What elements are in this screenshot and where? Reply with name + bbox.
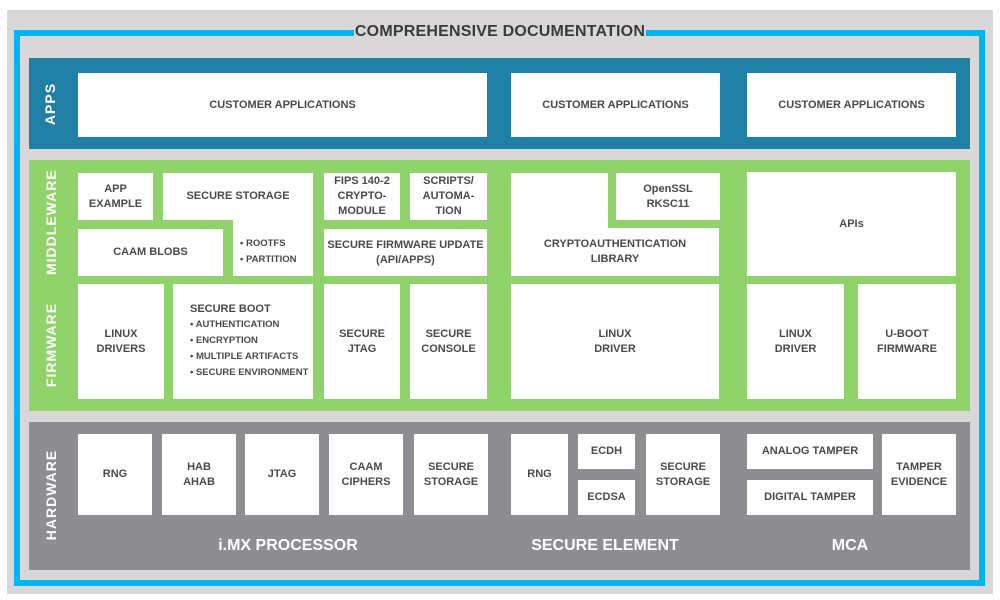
linux-drivers-box: LINUX DRIVERS xyxy=(78,284,164,399)
se-secure-storage-box: SECURE STORAGE xyxy=(646,434,720,515)
openssl-rksc11-box: OpenSSL RKSC11 xyxy=(616,173,720,220)
mca-customer-applications: CUSTOMER APPLICATIONS xyxy=(747,73,956,137)
caam-blobs-box: CAAM BLOBS xyxy=(78,229,223,276)
imx-customer-applications: CUSTOMER APPLICATIONS xyxy=(78,73,487,137)
secure-storage-box: SECURE STORAGE xyxy=(163,173,313,220)
cryptoauth-library-box-upper xyxy=(511,173,608,233)
se-rng-box: RNG xyxy=(511,434,568,515)
ecdh-box: ECDH xyxy=(578,434,635,469)
mca-linux-driver-box: LINUX DRIVER xyxy=(747,284,844,399)
app-example-box: APP EXAMPLE xyxy=(78,173,153,220)
secure-console-box: SECURE CONSOLE xyxy=(410,284,487,399)
imx-processor-label: i.MX PROCESSOR xyxy=(218,537,358,554)
secure-boot-box: SECURE BOOT • AUTHENTICATION • ENCRYPTIO… xyxy=(173,284,313,399)
secure-element-label: SECURE ELEMENT xyxy=(531,537,679,554)
imx-secure-storage-box: SECURE STORAGE xyxy=(414,434,488,515)
layer-label-apps: APPS xyxy=(42,82,58,126)
fips-crypto-module-box: FIPS 140-2 CRYPTO- MODULE xyxy=(324,173,400,220)
secure-firmware-update-box: SECURE FIRMWARE UPDATE (API/APPS) xyxy=(324,229,487,276)
secure-jtag-box: SECURE JTAG xyxy=(324,284,400,399)
scripts-automation-box: SCRIPTS/AUTOMA- TION xyxy=(410,173,487,220)
secure-storage-bullets: • ROOTFS • PARTITION xyxy=(240,238,297,265)
layer-label-middleware: MIDDLEWARE xyxy=(43,169,59,275)
mca-label: MCA xyxy=(831,537,869,554)
se-customer-applications: CUSTOMER APPLICATIONS xyxy=(511,73,720,137)
digital-tamper-box: DIGITAL TAMPER xyxy=(747,480,873,515)
apis-box: APIs xyxy=(747,172,956,276)
diagram-title: COMPREHENSIVE DOCUMENTATION xyxy=(354,18,646,44)
ecdsa-box: ECDSA xyxy=(578,480,635,515)
cryptoauthentication-library-box: CRYPTOAUTHENTICATION LIBRARY xyxy=(511,228,719,276)
analog-tamper-box: ANALOG TAMPER xyxy=(747,434,873,469)
layer-label-firmware: FIRMWARE xyxy=(43,302,59,388)
jtag-box: JTAG xyxy=(245,434,319,515)
caam-ciphers-box: CAAM CIPHERS xyxy=(329,434,403,515)
hab-ahab-box: HAB AHAB xyxy=(162,434,236,515)
se-linux-driver-box: LINUX DRIVER xyxy=(511,284,719,399)
uboot-firmware-box: U-BOOT FIRMWARE xyxy=(858,284,956,399)
tamper-evidence-box: TAMPER EVIDENCE xyxy=(882,434,956,515)
imx-rng-box: RNG xyxy=(78,434,152,515)
layer-label-hardware: HARDWARE xyxy=(43,449,59,541)
